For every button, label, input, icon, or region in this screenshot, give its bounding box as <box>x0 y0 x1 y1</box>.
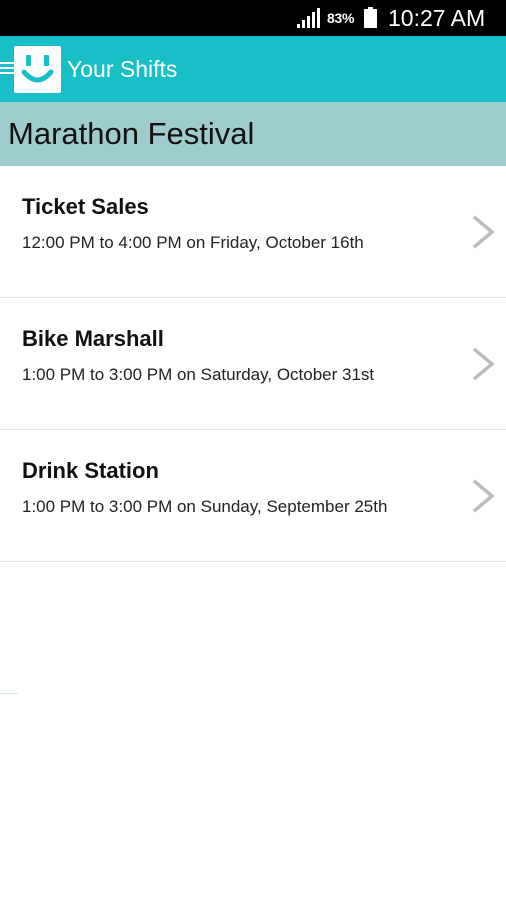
smiley-logo-icon <box>21 55 54 83</box>
battery-icon <box>364 7 377 28</box>
app-title: Your Shifts <box>67 56 178 82</box>
status-bar: 83% 10:27 AM <box>0 0 506 36</box>
shift-name: Bike Marshall <box>22 326 164 351</box>
signal-strength-icon <box>297 8 320 28</box>
shift-time: 1:00 PM to 3:00 PM on Sunday, September … <box>22 497 388 516</box>
shift-list: Ticket Sales 12:00 PM to 4:00 PM on Frid… <box>0 166 506 562</box>
hamburger-menu-icon[interactable] <box>0 61 14 75</box>
shift-name: Drink Station <box>22 458 159 483</box>
app-logo[interactable] <box>14 46 61 93</box>
shift-time: 12:00 PM to 4:00 PM on Friday, October 1… <box>22 233 364 252</box>
shift-time: 1:00 PM to 3:00 PM on Saturday, October … <box>22 365 375 384</box>
shift-item-ticket-sales[interactable]: Ticket Sales 12:00 PM to 4:00 PM on Frid… <box>0 166 506 298</box>
shift-item-bike-marshall[interactable]: Bike Marshall 1:00 PM to 3:00 PM on Satu… <box>0 298 506 430</box>
event-header: Marathon Festival <box>0 102 506 166</box>
chevron-right-icon <box>472 479 495 513</box>
shift-item-drink-station[interactable]: Drink Station 1:00 PM to 3:00 PM on Sund… <box>0 430 506 562</box>
drawer-edge-handle[interactable] <box>0 693 18 694</box>
chevron-right-icon <box>472 215 495 249</box>
battery-percent: 83% <box>327 10 355 26</box>
event-title: Marathon Festival <box>8 116 255 151</box>
shift-name: Ticket Sales <box>22 194 149 219</box>
chevron-right-icon <box>472 347 495 381</box>
status-clock: 10:27 AM <box>388 5 486 31</box>
app-bar: Your Shifts <box>0 36 506 102</box>
